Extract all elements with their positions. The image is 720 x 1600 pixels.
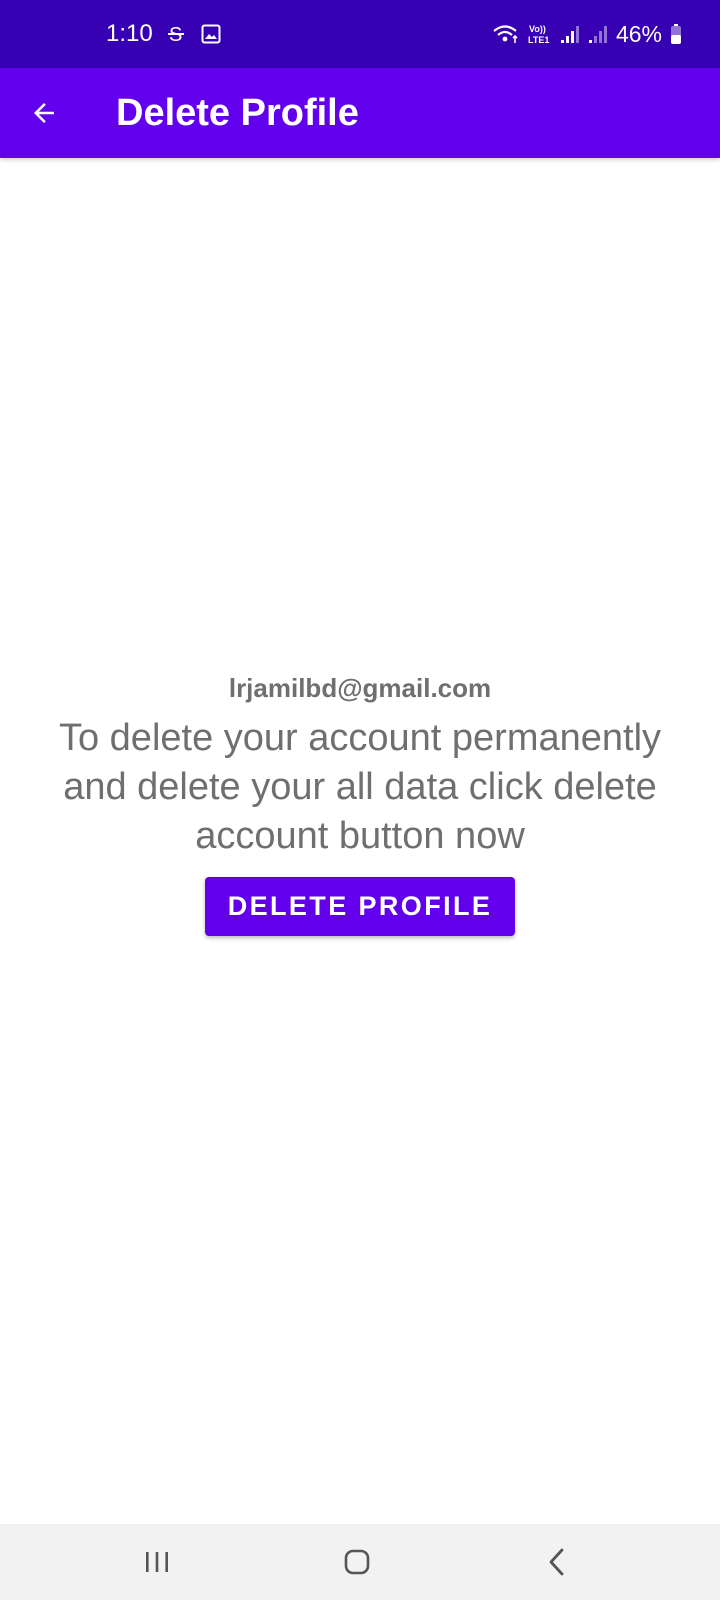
- status-right: Vo)) LTE1 46%: [492, 0, 682, 68]
- home-button[interactable]: [312, 1524, 402, 1600]
- signal-icon: [560, 24, 580, 44]
- page-title: Delete Profile: [116, 92, 359, 134]
- svg-text:LTE1: LTE1: [528, 35, 549, 45]
- wifi-icon: [492, 23, 520, 45]
- home-icon: [344, 1549, 370, 1575]
- app-bar: Delete Profile: [0, 68, 720, 158]
- recents-button[interactable]: [112, 1524, 202, 1600]
- battery-level: 46%: [615, 20, 662, 47]
- volte-icon: Vo)) LTE1: [528, 22, 552, 46]
- gallery-icon: [201, 24, 221, 44]
- back-button[interactable]: [20, 89, 68, 137]
- delete-profile-button[interactable]: DELETE PROFILE: [205, 877, 515, 936]
- status-time: 1:10: [106, 20, 153, 47]
- status-left: 1:10 S: [106, 0, 221, 68]
- nav-back-button[interactable]: [512, 1524, 602, 1600]
- back-icon: [549, 1548, 564, 1576]
- status-bar: 1:10 S Vo)) LTE1 46%: [0, 0, 720, 68]
- signal-icon-2: [588, 24, 608, 44]
- navigation-bar: [0, 1524, 720, 1600]
- recents-icon: [146, 1552, 168, 1572]
- svg-text:Vo)): Vo)): [529, 24, 546, 34]
- delete-warning-message: To delete your account permanently and d…: [58, 717, 662, 857]
- s-icon: S: [167, 23, 187, 45]
- user-email: lrjamilbd@gmail.com: [228, 673, 492, 703]
- arrow-back-icon: [34, 103, 54, 123]
- delete-profile-content: lrjamilbd@gmail.com To delete your accou…: [0, 670, 720, 936]
- screen: 1:10 S Vo)) LTE1 46% Delete Profile lrja…: [0, 0, 720, 1600]
- battery-icon: [670, 23, 682, 45]
